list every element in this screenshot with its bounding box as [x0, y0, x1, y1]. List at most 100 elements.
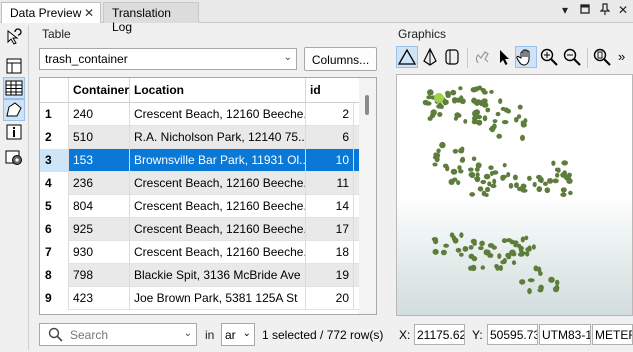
- arrow-pointer-icon[interactable]: [493, 46, 515, 68]
- selected-map-point[interactable]: [434, 93, 444, 103]
- table-scrollbar[interactable]: [359, 78, 376, 314]
- map-point[interactable]: [485, 186, 491, 193]
- map-point[interactable]: [470, 238, 477, 244]
- map-point[interactable]: [537, 288, 544, 293]
- map-point[interactable]: [436, 148, 441, 154]
- chevron-down-icon[interactable]: ⌄: [184, 328, 192, 339]
- map-point[interactable]: [527, 278, 535, 283]
- map-point[interactable]: [525, 247, 532, 252]
- map-point[interactable]: [434, 152, 441, 158]
- zoom-in-icon[interactable]: [538, 46, 560, 68]
- map-point[interactable]: [511, 252, 517, 257]
- map-point[interactable]: [544, 187, 551, 194]
- map-point[interactable]: [474, 176, 481, 181]
- map-point[interactable]: [554, 167, 560, 172]
- table-row[interactable]: 5 804 Crescent Beach, 12160 Beeche... 14: [40, 195, 360, 218]
- map-point[interactable]: [462, 246, 469, 252]
- map-point[interactable]: [456, 180, 461, 186]
- map-point[interactable]: [495, 111, 501, 117]
- map-point[interactable]: [432, 248, 439, 255]
- table-select[interactable]: trash_container ⌄: [39, 48, 297, 70]
- map-point[interactable]: [520, 188, 528, 193]
- map-point[interactable]: [455, 247, 462, 253]
- float-window-icon[interactable]: [580, 3, 590, 17]
- settings-icon[interactable]: [3, 146, 25, 168]
- map-point[interactable]: [475, 162, 482, 169]
- map-point[interactable]: [445, 92, 451, 98]
- map-point[interactable]: [555, 172, 560, 178]
- table-icon[interactable]: [3, 77, 25, 99]
- close-icon[interactable]: ✕: [618, 3, 628, 17]
- table-row[interactable]: 4 236 Crescent Beach, 12160 Beeche... 11: [40, 172, 360, 195]
- map-point[interactable]: [492, 178, 497, 185]
- tab-translation-log[interactable]: Translation Log: [103, 2, 199, 34]
- map-point[interactable]: [499, 265, 503, 271]
- tab-data-preview[interactable]: Data Preview ✕: [1, 2, 101, 23]
- map-point[interactable]: [538, 271, 543, 276]
- map-point[interactable]: [450, 168, 458, 175]
- map-point[interactable]: [492, 119, 498, 124]
- map-point[interactable]: [536, 186, 543, 193]
- map-point[interactable]: [422, 99, 429, 106]
- map-point[interactable]: [443, 243, 449, 248]
- panel-icon[interactable]: [3, 55, 25, 77]
- map-point[interactable]: [442, 163, 449, 169]
- zoom-extent-icon[interactable]: [591, 46, 613, 68]
- map-point[interactable]: [482, 90, 488, 95]
- search-input[interactable]: Search ⌄: [39, 323, 197, 346]
- info-icon[interactable]: [3, 121, 25, 143]
- map-point[interactable]: [496, 133, 502, 139]
- map-point[interactable]: [568, 190, 573, 196]
- map-point[interactable]: [547, 178, 554, 184]
- map-point[interactable]: [468, 245, 474, 250]
- map-point[interactable]: [459, 95, 464, 101]
- shapes-icon[interactable]: [3, 99, 25, 121]
- map-point[interactable]: [520, 134, 525, 141]
- close-icon[interactable]: ✕: [84, 6, 94, 20]
- map-point[interactable]: [452, 148, 459, 154]
- map-point[interactable]: [485, 107, 491, 113]
- map-point[interactable]: [458, 252, 464, 257]
- map-point[interactable]: [478, 246, 484, 251]
- table-row[interactable]: 2 510 R.A. Nicholson Park, 12140 75... 6: [40, 126, 360, 149]
- map-point[interactable]: [500, 174, 507, 179]
- map-point[interactable]: [520, 183, 527, 190]
- map-point[interactable]: [489, 125, 496, 133]
- map-point[interactable]: [501, 120, 509, 125]
- map-point[interactable]: [561, 160, 568, 166]
- map-point[interactable]: [500, 259, 507, 265]
- column-header-id[interactable]: id: [306, 78, 360, 103]
- table-row[interactable]: 1 240 Crescent Beach, 12160 Beeche... 2: [40, 103, 360, 126]
- pin-icon[interactable]: [599, 3, 611, 18]
- map-point[interactable]: [506, 108, 511, 114]
- map-point[interactable]: [469, 171, 476, 179]
- map-point[interactable]: [440, 249, 447, 256]
- map-point[interactable]: [527, 288, 532, 295]
- map-point[interactable]: [527, 175, 532, 181]
- map-point[interactable]: [551, 160, 556, 166]
- map-point[interactable]: [453, 116, 458, 121]
- table-row[interactable]: 7 930 Crescent Beach, 12160 Beeche... 18: [40, 241, 360, 264]
- map-point[interactable]: [473, 109, 480, 116]
- map-point[interactable]: [483, 173, 491, 180]
- map-point[interactable]: [473, 100, 481, 106]
- map-point[interactable]: [470, 87, 478, 93]
- zoom-out-icon[interactable]: [561, 46, 583, 68]
- table-row[interactable]: 9 423 Joe Brown Park, 5381 125A St 20: [40, 287, 360, 310]
- map-point[interactable]: [476, 119, 483, 126]
- map-point[interactable]: [427, 89, 434, 96]
- pointer-help-icon[interactable]: [3, 27, 25, 49]
- map-point[interactable]: [449, 232, 455, 238]
- map-point[interactable]: [489, 171, 494, 176]
- map-point[interactable]: [512, 174, 518, 181]
- map-point[interactable]: [483, 249, 489, 256]
- map-point[interactable]: [436, 104, 442, 109]
- map-point[interactable]: [432, 162, 438, 167]
- map-canvas[interactable]: [396, 74, 633, 316]
- map-point[interactable]: [531, 244, 536, 250]
- map-point[interactable]: [500, 106, 506, 111]
- map-point[interactable]: [480, 265, 485, 270]
- map-point[interactable]: [468, 167, 474, 172]
- map-point[interactable]: [520, 236, 525, 243]
- map-point[interactable]: [477, 186, 484, 192]
